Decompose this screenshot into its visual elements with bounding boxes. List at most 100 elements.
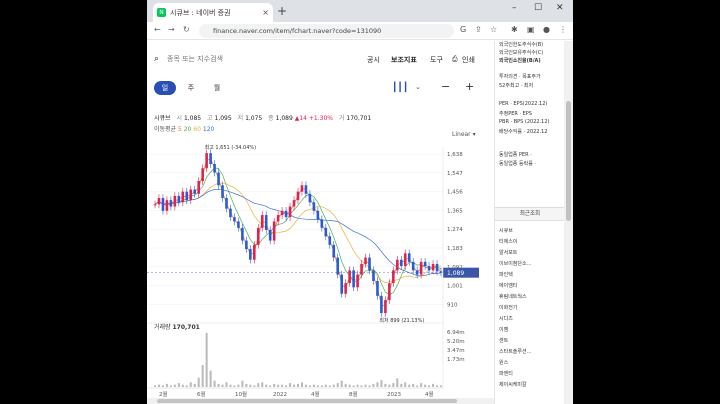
tools-link[interactable]: 도구 [430,55,443,65]
ma60-label[interactable]: 60 [193,126,201,133]
candle-body [407,253,411,262]
indicators-link[interactable]: 보조지표 [391,55,417,65]
volume-bar [428,385,431,387]
volume-label: 거 [338,115,345,122]
side-pbr: PBR · BPS (2022.12) [499,119,550,125]
price-chart[interactable]: 1,6381,5471,4561,3651,2741,1831,0921,001… [147,139,494,397]
price-tick-label: 910 [447,302,458,308]
menu-icon[interactable]: ⋮ [559,25,567,34]
recent-item[interactable]: 파인텍 [499,271,513,278]
close-window-button[interactable]: ✕ [556,3,564,13]
vertical-scroll-thumb[interactable] [566,101,571,221]
maximize-button[interactable]: ☐ [534,3,542,13]
stock-search-input[interactable] [167,55,317,63]
ma120-label[interactable]: 120 [203,126,214,133]
share-icon[interactable]: ⇪ [475,25,482,34]
volume-bar [173,384,176,387]
volume-bar [237,384,240,387]
search-row: ⌕ 공시 보조지표 도구 ⎙ 인쇄 [147,51,494,69]
volume-bar [416,385,419,387]
recent-item[interactable]: 이브이첨단소... [499,260,531,267]
open-label: 시 [176,115,183,122]
reload-icon[interactable]: ↻ [183,25,190,34]
bookmark-star-icon[interactable]: ☆ [490,25,497,34]
scale-selector[interactable]: Linear ▾ [452,131,476,138]
browser-window: N 시큐브 : 네이버 증권 × + – ☐ ✕ ← → ↻ finance.n… [147,0,573,404]
forward-icon[interactable]: → [168,25,175,34]
volume-bar [249,384,252,387]
new-tab-button[interactable]: + [277,4,287,18]
volume-tick-label: 1.73m [447,357,465,363]
tab-title: 시큐브 : 네이버 증권 [170,8,231,17]
volume-bar [412,383,415,387]
recent-item[interactable]: 파엔티 [499,370,513,377]
x-tick-label: 2023 [387,392,401,397]
fchart-app: ⌕ 공시 보조지표 도구 ⎙ 인쇄 일 주 월 ┃┃┃ ⌄ − + 시큐브 시 … [147,41,494,404]
candle-body [348,270,351,284]
candle-body [415,270,419,275]
volume-bar [336,383,339,387]
print-icon[interactable]: ⎙ [452,55,458,64]
horizontal-scrollbar[interactable] [147,398,494,404]
ma5-label[interactable]: 5 [178,126,182,133]
volume-bar [165,383,168,387]
volume-bar [436,385,439,387]
minimize-button[interactable]: – [512,3,517,13]
recent-item[interactable]: 에이엠티 [499,282,517,289]
ma20-label[interactable]: 20 [184,126,192,133]
recent-item[interactable]: 센트 [499,337,508,344]
chevron-down-icon[interactable]: ⌄ [415,83,421,91]
vertical-scrollbar[interactable] [564,41,573,404]
extensions-icon[interactable]: ✱ [511,25,518,34]
recent-item[interactable]: 스타트솔루션... [499,348,531,355]
candle-body [237,221,240,228]
tab-monthly[interactable]: 월 [206,81,228,95]
candle-body [264,215,268,230]
volume-bar [332,384,335,387]
zoom-out-icon[interactable]: − [441,80,450,93]
candle-body [427,266,431,271]
recent-item[interactable]: 휴림네트웍스 [499,293,527,300]
volume-bar [241,380,244,387]
google-icon[interactable]: G [460,25,466,34]
recent-item[interactable]: 티에스이 [499,238,517,245]
candle-body [177,195,181,203]
search-icon[interactable]: ⌕ [154,54,159,64]
print-link[interactable]: 인쇄 [462,55,475,65]
candle-body [280,210,284,216]
candle-body [256,227,260,245]
disclosure-link[interactable]: 공시 [367,55,380,65]
sidepanel-icon[interactable]: ▣ [527,25,535,34]
volume-bar [169,385,172,387]
recent-item[interactable]: 원스 [499,359,508,366]
volume-bar [312,384,315,387]
address-bar[interactable]: finance.naver.com/item/fchart.naver?code… [199,24,454,38]
browser-tab[interactable]: N 시큐브 : 네이버 증권 × [153,3,273,22]
chart-type-icon[interactable]: ┃┃┃ [392,83,408,93]
candle-body [241,227,244,241]
candle-body [380,295,383,314]
tab-daily[interactable]: 일 [154,81,176,95]
volume-tick-label: 3.47m [447,348,465,354]
tab-bar: N 시큐브 : 네이버 증권 × + – ☐ ✕ [147,0,573,22]
recent-item[interactable]: 시큐브 [499,227,513,234]
recent-item[interactable]: 이젬 [499,326,508,333]
high-value: 1,095 [214,115,232,122]
tab-close-icon[interactable]: × [262,8,269,17]
low-value: 1,075 [245,115,263,122]
candle-body [392,270,395,284]
profile-icon[interactable]: ● [543,25,550,34]
recent-item[interactable]: 이화전기 [499,304,517,311]
x-tick-label: 2022 [273,392,287,397]
recent-item[interactable]: 알서포트 [499,249,517,256]
horizontal-scroll-thumb[interactable] [157,399,457,403]
zoom-in-icon[interactable]: + [465,80,474,93]
candle-body [173,195,177,207]
candle-body [225,198,228,209]
recent-item[interactable]: 제이씨케미칼 [499,381,527,388]
recent-item[interactable]: 시디즈 [499,315,513,322]
candle-body [253,244,256,260]
price-tick-label: 1,274 [447,227,463,233]
tab-weekly[interactable]: 주 [180,81,202,95]
back-icon[interactable]: ← [154,25,161,34]
